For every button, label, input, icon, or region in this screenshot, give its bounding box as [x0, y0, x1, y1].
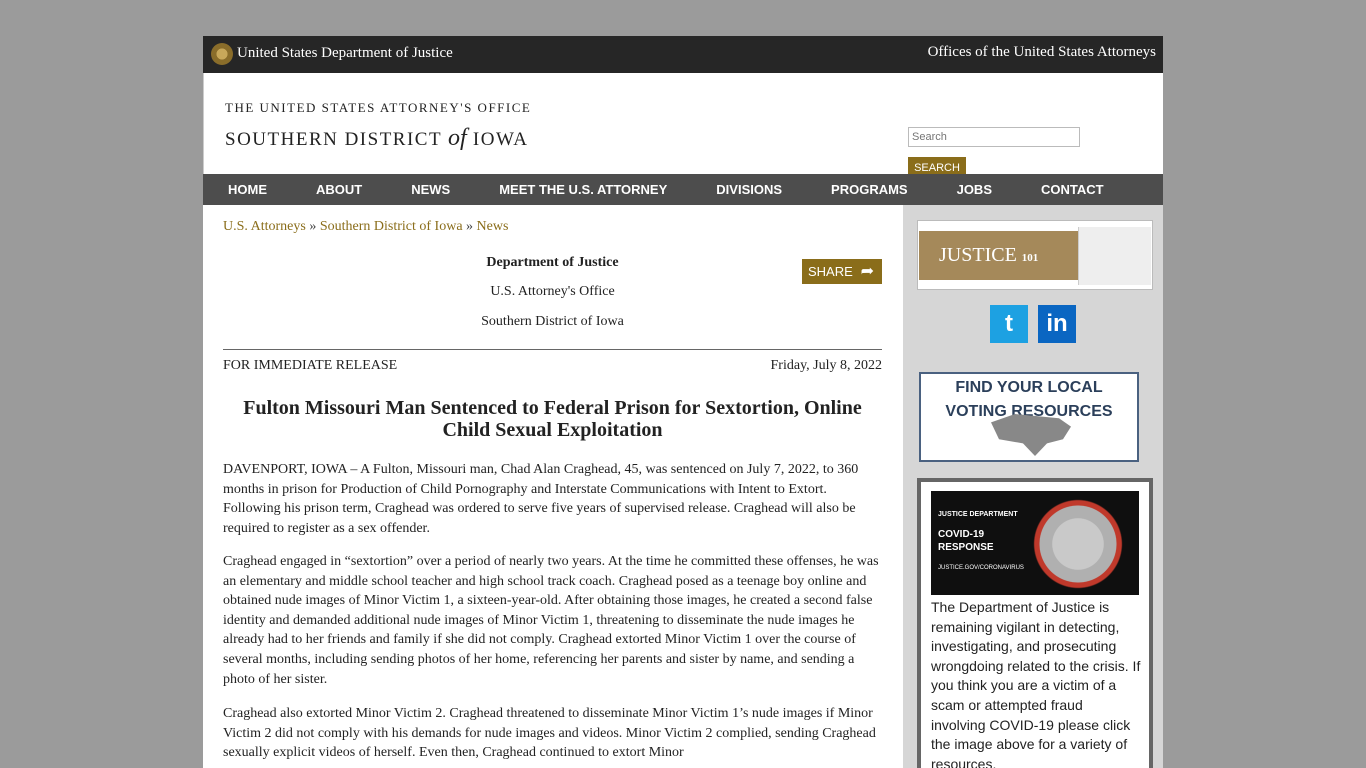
breadcrumb-sep: » [309, 219, 317, 234]
covid-img-label1: JUSTICE DEPARTMENT [938, 511, 1018, 518]
twitter-icon[interactable]: t [990, 305, 1028, 343]
nav-about[interactable]: ABOUT [291, 174, 386, 205]
voting-resources-banner[interactable]: FIND YOUR LOCAL VOTING RESOURCES [919, 372, 1139, 462]
breadcrumb-news[interactable]: News [477, 219, 509, 234]
search-input[interactable] [908, 127, 1080, 147]
breadcrumb-usao[interactable]: U.S. Attorneys [223, 219, 306, 234]
release-date: Friday, July 8, 2022 [770, 358, 882, 373]
press-office: U.S. Attorney's Office [490, 284, 615, 299]
justice101-label: JUSTICE [939, 244, 1017, 266]
press-dept: Department of Justice [486, 255, 619, 270]
release-label: FOR IMMEDIATE RELEASE [223, 358, 398, 373]
nav-meet-attorney[interactable]: MEET THE U.S. ATTORNEY [474, 174, 691, 205]
usao-link[interactable]: Offices of the United States Attorneys [928, 44, 1156, 61]
share-label: SHARE [808, 264, 853, 279]
covid-img-label4: JUSTICE.GOV/CORONAVIRUS [938, 565, 1024, 571]
logo-district: SOUTHERN DISTRICT [225, 129, 442, 150]
press-title: Fulton Missouri Man Sentenced to Federal… [243, 397, 862, 441]
nav-jobs[interactable]: JOBS [932, 174, 1016, 205]
nav-contact[interactable]: CONTACT [1016, 174, 1128, 205]
covid-text: The Department of Justice is remaining v… [931, 599, 1141, 768]
nav-divisions[interactable]: DIVISIONS [691, 174, 806, 205]
nav-news[interactable]: NEWS [386, 174, 474, 205]
justice101-banner[interactable]: JUSTICE 101 [917, 220, 1153, 290]
logo-state: IOWA [472, 129, 529, 150]
press-paragraph: Craghead also extorted Minor Victim 2. C… [223, 706, 876, 761]
covid-img-label2: COVID-19 [938, 529, 985, 540]
nav-programs[interactable]: PROGRAMS [806, 174, 932, 205]
share-arrow-icon: ➦ [860, 263, 874, 280]
justice101-number: 101 [1021, 252, 1039, 264]
nav-home[interactable]: HOME [203, 174, 291, 205]
logo-of: of [448, 125, 467, 151]
press-paragraph: Craghead engaged in “sextortion” over a … [223, 554, 879, 687]
us-map-icon [991, 414, 1071, 456]
site-header: THE UNITED STATES ATTORNEY'S OFFICE SOUT… [203, 73, 1163, 179]
justice101-band: JUSTICE 101 [919, 231, 1087, 280]
linkedin-icon[interactable]: in [1038, 305, 1076, 343]
covid-panel: JUSTICE DEPARTMENT COVID-19 RESPONSE JUS… [917, 478, 1153, 768]
logo-line2[interactable]: SOUTHERN DISTRICT of IOWA [225, 125, 529, 152]
sidebar: JUSTICE 101 t in FIND YOUR LOCAL VOTING … [903, 205, 1163, 768]
main-nav: HOME ABOUT NEWS MEET THE U.S. ATTORNEY D… [203, 174, 1163, 205]
press-district: Southern District of Iowa [481, 314, 624, 329]
doj-seal-icon[interactable] [211, 43, 233, 65]
covid-img-label3: RESPONSE [938, 542, 994, 553]
breadcrumb-sep: » [466, 219, 474, 234]
divider [223, 349, 882, 350]
virus-icon [1033, 499, 1123, 589]
doj-link[interactable]: United States Department of Justice [237, 45, 453, 62]
breadcrumb-district[interactable]: Southern District of Iowa [320, 219, 463, 234]
covid-image[interactable]: JUSTICE DEPARTMENT COVID-19 RESPONSE JUS… [931, 491, 1139, 595]
vote-line1: FIND YOUR LOCAL [955, 379, 1103, 396]
top-bar: United States Department of Justice Offi… [203, 36, 1163, 73]
page: United States Department of Justice Offi… [203, 36, 1163, 768]
breadcrumb: U.S. Attorneys » Southern District of Io… [223, 219, 508, 235]
justice101-image [1078, 227, 1151, 285]
logo-line1[interactable]: THE UNITED STATES ATTORNEY'S OFFICE [225, 100, 531, 116]
share-button[interactable]: SHARE ➦ [802, 259, 882, 284]
press-paragraph: DAVENPORT, IOWA – A Fulton, Missouri man… [223, 462, 859, 536]
